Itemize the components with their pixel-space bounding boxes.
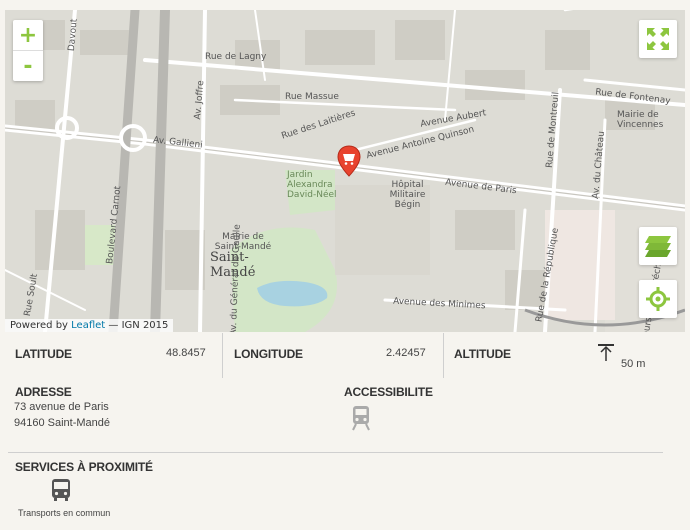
latitude-label: LATITUDE [15,347,72,361]
locate-button[interactable] [639,280,677,318]
bus-icon[interactable] [50,478,72,507]
train-icon [351,405,371,436]
plus-icon: + [18,22,38,48]
divider [443,333,444,378]
address-line2: 94160 Saint-Mandé [14,417,111,429]
locate-icon [646,287,670,311]
map-view[interactable]: Rue de Lagny Avenue de Paris Av. Gallien… [5,10,685,332]
section-divider [8,452,663,453]
address-line1: 73 avenue de Paris [14,401,109,413]
marker-icon [337,145,361,177]
attribution-suffix: — IGN 2015 [108,320,169,331]
map-attribution: Powered by Leaflet — IGN 2015 [5,319,174,332]
divider [222,333,223,378]
map-label-rue-massue: Rue Massue [285,92,339,102]
location-marker[interactable] [337,145,361,181]
altitude-label: ALTITUDE [454,347,511,361]
zoom-in-button[interactable]: + [13,20,43,50]
map-label-mairie-saint-mande: Mairie de Saint-Mandé [214,232,272,252]
attribution-prefix: Powered by [10,320,68,331]
latitude-value: 48.8457 [166,347,206,359]
service-transport-label: Transports en commun [18,508,111,518]
layers-button[interactable] [639,227,677,265]
altitude-value: 50 m [621,358,646,370]
map-label-rue-de-lagny: Rue de Lagny [205,52,267,62]
layers-icon [645,236,671,257]
map-label-hopital: Hôpital Militaire Bégin [389,180,426,210]
address-label: ADRESSE [15,385,72,399]
zoom-control: + - [13,20,43,81]
longitude-value: 2.42457 [386,347,426,359]
minus-icon: - [23,53,33,79]
map-label-mairie-de-vincennes: Mairie de Vincennes [617,110,664,130]
services-label: SERVICES À PROXIMITÉ [15,460,153,474]
leaflet-link[interactable]: Leaflet [71,320,105,331]
altitude-icon [596,343,616,368]
accessibility-label: ACCESSIBILITE [344,385,433,399]
fullscreen-icon [647,28,669,50]
fullscreen-button[interactable] [639,20,677,58]
zoom-out-button[interactable]: - [13,50,43,81]
longitude-label: LONGITUDE [234,347,303,361]
